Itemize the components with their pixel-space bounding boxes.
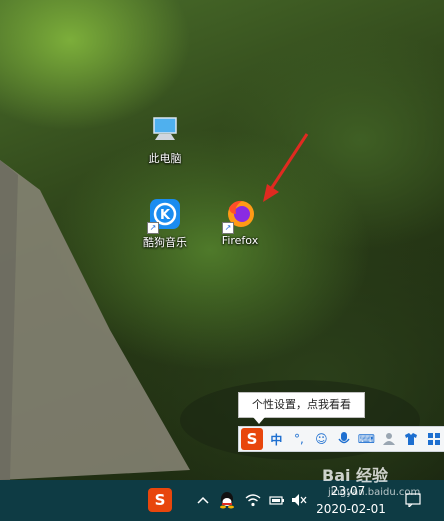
ime-toolbar[interactable]: S 中 °, ☺ ⌨ — [238, 426, 444, 452]
clock-date[interactable]: 2020-02-01 — [316, 502, 386, 516]
kugou-music-icon: K ↗ — [147, 198, 181, 234]
keyboard-icon[interactable]: ⌨ — [357, 429, 375, 449]
desktop-icon-label: Firefox — [221, 234, 259, 247]
battery-icon[interactable] — [268, 490, 286, 510]
desktop-icon-label: 此电脑 — [148, 152, 182, 165]
chinese-mode-icon[interactable]: 中 — [267, 429, 285, 449]
microphone-icon[interactable] — [335, 429, 353, 449]
punctuation-icon[interactable]: °, — [290, 429, 308, 449]
ime-tooltip: 个性设置，点我看看 — [238, 392, 365, 424]
shortcut-arrow-icon: ↗ — [222, 222, 234, 234]
qq-icon[interactable] — [218, 489, 236, 511]
baidu-watermark-url: jingyan.baidu.com — [328, 487, 421, 498]
desktop[interactable]: 此电脑 K ↗ 酷狗音乐 ↗ Firefox 个性设置，点我看看 S 中 °, … — [0, 0, 444, 480]
firefox-icon: ↗ — [222, 198, 256, 234]
baidu-watermark: Bai 经验 — [322, 466, 389, 485]
emoji-icon[interactable]: ☺ — [312, 429, 330, 449]
sogou-taskbar-button[interactable]: S — [148, 488, 172, 512]
svg-text:K: K — [160, 208, 171, 223]
grid-menu-icon[interactable] — [425, 429, 443, 449]
desktop-icon-kugou[interactable]: K ↗ 酷狗音乐 — [130, 198, 200, 250]
computer-icon — [149, 114, 181, 146]
user-icon[interactable] — [380, 429, 398, 449]
skin-icon[interactable] — [402, 429, 420, 449]
annotation-arrow — [263, 133, 309, 202]
chevron-up-icon[interactable] — [196, 490, 210, 510]
desktop-icon-this-pc[interactable]: 此电脑 — [130, 114, 200, 166]
volume-muted-icon[interactable] — [290, 490, 308, 510]
shortcut-arrow-icon: ↗ — [147, 222, 159, 234]
sogou-logo-icon[interactable]: S — [241, 428, 264, 450]
desktop-icon-label: 酷狗音乐 — [143, 236, 187, 249]
wifi-icon[interactable] — [244, 490, 262, 510]
